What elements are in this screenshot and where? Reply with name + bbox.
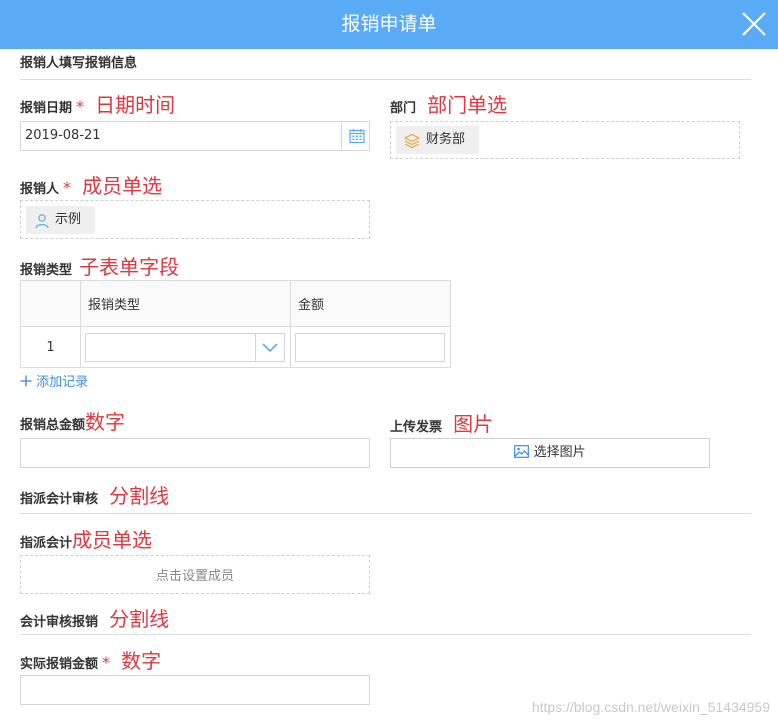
invoice-field-label-row: 上传发票 图片 (390, 412, 493, 437)
total-amount-input[interactable] (20, 438, 370, 468)
date-field-label-row: 报销日期 * 日期时间 (20, 93, 175, 118)
type-field-note: 子表单字段 (79, 255, 180, 279)
dept-field-label-row: 部门 部门单选 (390, 93, 507, 118)
section-title-accountant-review: 会计审核报销 (20, 615, 99, 630)
date-value: 2019-08-21 (25, 128, 101, 143)
accountant-field-label: 指派会计 (20, 536, 73, 551)
dept-chip-label: 财务部 (426, 132, 466, 147)
actual-field-label-row: 实际报销金额 * 数字 (20, 649, 161, 674)
column-header-index (20, 280, 81, 327)
watermark: https://blog.csdn.net/weixin_51434959 (531, 699, 770, 715)
chevron-down-icon (262, 342, 278, 352)
row-index: 1 (20, 326, 81, 368)
type-select[interactable] (85, 332, 285, 362)
type-field-label-row: 报销类型 子表单字段 (20, 255, 179, 280)
user-icon (35, 214, 49, 229)
calendar-icon (349, 129, 365, 144)
section-divider (20, 634, 751, 635)
amount-cell (290, 326, 451, 368)
accountant-field-label-row: 指派会计成员单选 (20, 528, 152, 553)
dept-field-label: 部门 (390, 101, 417, 116)
section-divider (20, 513, 751, 514)
dialog-header: 报销申请单 (0, 0, 778, 49)
total-field-label-row: 报销总金额数字 (20, 410, 125, 435)
type-cell (80, 326, 291, 368)
type-select-toggle[interactable] (255, 333, 284, 361)
invoice-field-note: 图片 (453, 412, 494, 436)
subform-table: 报销类型 金额 1 (20, 280, 451, 368)
column-header-amount: 金额 (290, 280, 451, 327)
section2-note: 分割线 (109, 484, 170, 508)
type-field-label: 报销类型 (20, 263, 73, 278)
actual-amount-input[interactable] (20, 675, 370, 705)
person-field-label: 报销人 (20, 182, 60, 197)
section-title-assign-accountant: 指派会计审核 (20, 492, 99, 507)
date-field-label: 报销日期 (20, 101, 73, 116)
accountant-field-note: 成员单选 (72, 528, 153, 552)
required-mark: * (76, 97, 85, 116)
amount-input[interactable] (295, 332, 445, 362)
close-icon (742, 12, 766, 36)
set-member-button[interactable]: 点击设置成员 (20, 555, 370, 594)
person-field-note: 成员单选 (82, 174, 163, 198)
select-image-label: 选择图片 (533, 445, 586, 460)
dialog-title: 报销申请单 (341, 13, 437, 35)
layers-icon (404, 133, 420, 149)
plus-icon (20, 375, 32, 387)
add-record-label: 添加记录 (36, 375, 89, 390)
section-title-assign-row: 指派会计审核 分割线 (20, 484, 169, 509)
person-select-box[interactable]: 示例 (20, 200, 370, 239)
date-input[interactable]: 2019-08-21 (20, 121, 370, 151)
calendar-button[interactable] (341, 122, 370, 150)
dept-chip[interactable]: 财务部 (396, 126, 479, 154)
actual-field-note: 数字 (121, 649, 162, 673)
invoice-field-label: 上传发票 (390, 420, 443, 435)
date-field-note: 日期时间 (95, 93, 176, 117)
column-header-type: 报销类型 (80, 280, 291, 327)
section-title-reporter-info: 报销人填写报销信息 (20, 56, 138, 71)
dept-select-box[interactable]: 财务部 (390, 121, 740, 159)
table-row: 1 (20, 326, 451, 368)
table-header-row: 报销类型 金额 (20, 280, 451, 327)
person-chip-label: 示例 (55, 212, 82, 227)
image-icon (514, 445, 530, 458)
select-image-button[interactable]: 选择图片 (390, 438, 710, 468)
required-mark: * (102, 653, 111, 672)
total-field-label: 报销总金额 (20, 418, 86, 433)
set-member-label: 点击设置成员 (155, 569, 234, 584)
person-chip[interactable]: 示例 (26, 206, 95, 234)
section3-note: 分割线 (109, 607, 170, 631)
close-button[interactable] (740, 10, 768, 38)
dept-field-note: 部门单选 (427, 93, 508, 117)
actual-field-label: 实际报销金额 (20, 657, 99, 672)
add-record-button[interactable]: 添加记录 (20, 374, 88, 392)
required-mark: * (63, 178, 72, 197)
person-field-label-row: 报销人 * 成员单选 (20, 174, 162, 199)
section-title-review-row: 会计审核报销 分割线 (20, 607, 169, 632)
section-divider (20, 79, 751, 80)
total-field-note: 数字 (85, 410, 126, 434)
